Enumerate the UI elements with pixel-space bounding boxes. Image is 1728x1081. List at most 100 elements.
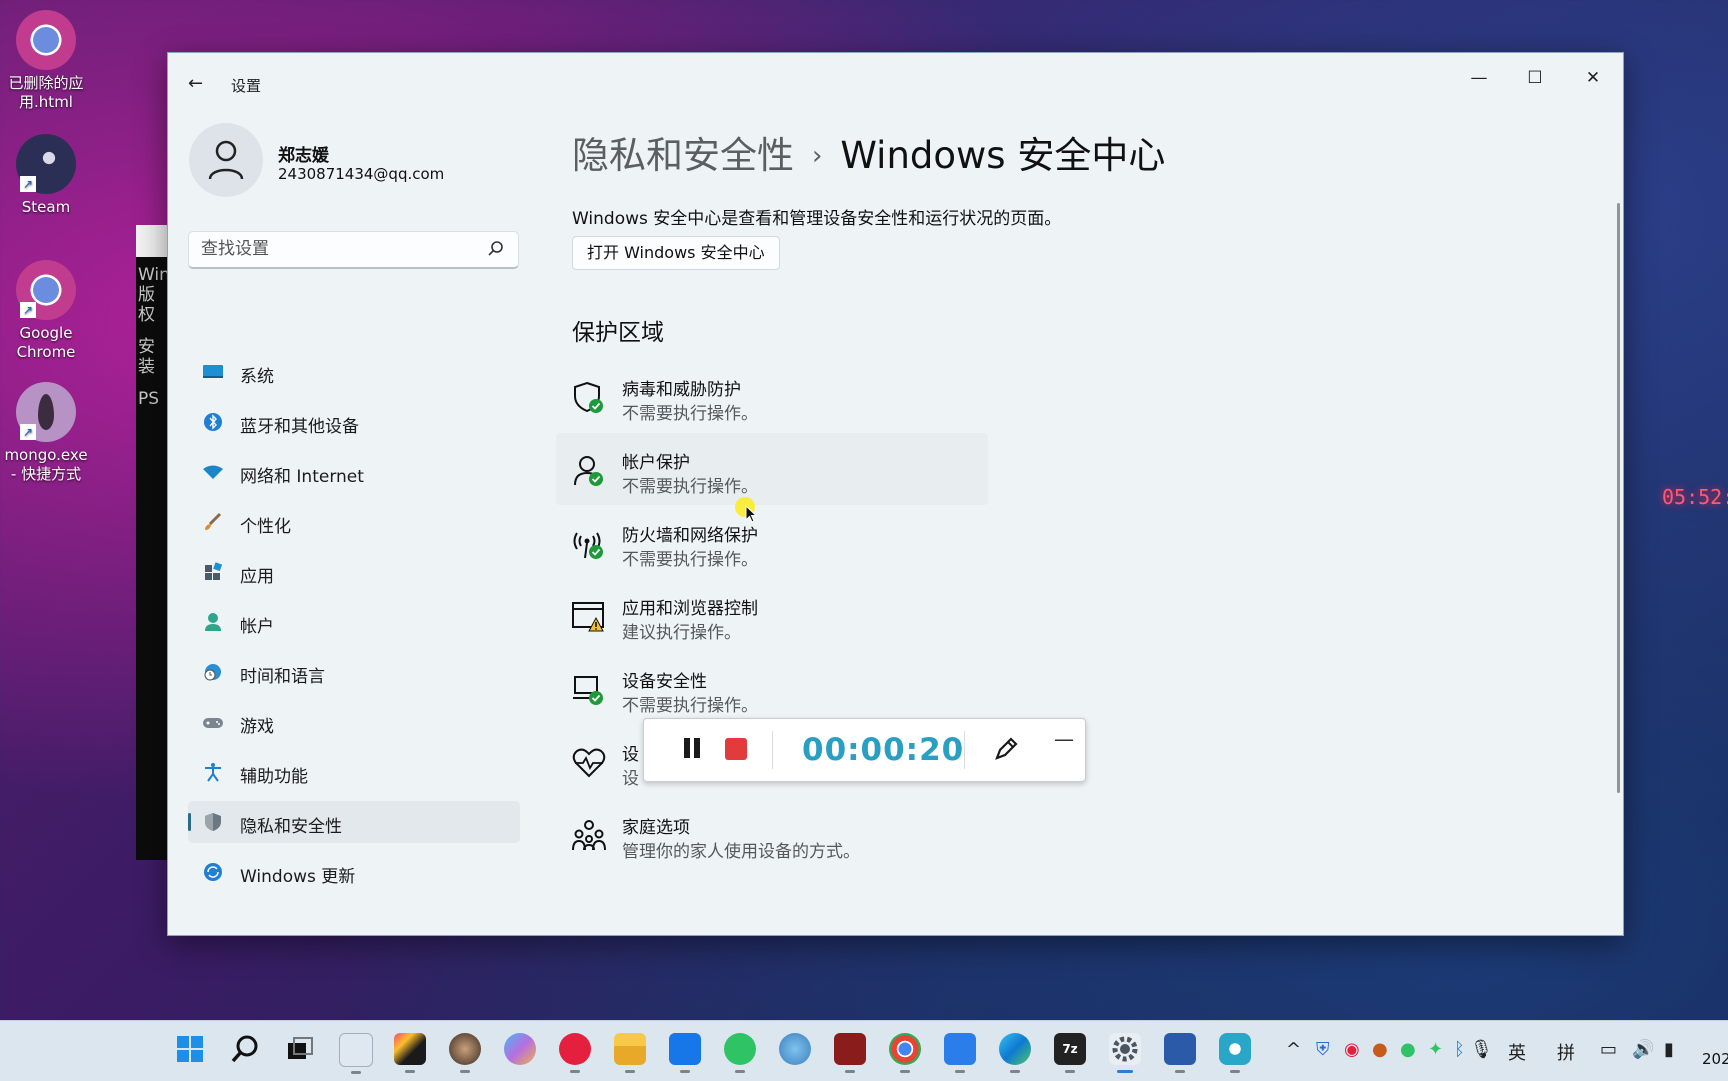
- back-arrow-icon[interactable]: ←: [188, 73, 203, 94]
- qq-tray-icon[interactable]: ●: [1372, 1039, 1388, 1060]
- feishu-icon[interactable]: [944, 1033, 976, 1073]
- sidebar-item-accounts[interactable]: 帐户: [188, 601, 520, 643]
- search-icon[interactable]: [229, 1033, 261, 1065]
- breadcrumb-parent[interactable]: 隐私和安全性: [572, 134, 794, 177]
- area-firewall-network[interactable]: 防火墙和网络保护 不需要执行操作。: [572, 521, 952, 583]
- 7zip-icon[interactable]: 7z: [1054, 1033, 1086, 1073]
- intellij-icon[interactable]: [394, 1033, 426, 1073]
- wechat-icon[interactable]: [724, 1033, 756, 1073]
- shield-icon: [205, 813, 221, 831]
- netease-tray-icon[interactable]: ◉: [1344, 1039, 1360, 1060]
- area-app-browser-control[interactable]: 应用和浏览器控制 建议执行操作。: [572, 594, 952, 656]
- sidebar-item-gaming[interactable]: 游戏: [188, 701, 520, 743]
- wifi-icon: [203, 465, 223, 479]
- terminal-titlebar: [136, 225, 168, 257]
- settings-icon[interactable]: [1109, 1033, 1141, 1073]
- account-icon: [205, 613, 221, 631]
- task-view-icon[interactable]: [284, 1033, 316, 1065]
- volume-icon[interactable]: 🔊: [1632, 1039, 1654, 1060]
- stop-icon[interactable]: [725, 738, 747, 760]
- maximize-button[interactable]: ☐: [1507, 63, 1563, 93]
- area-family-options[interactable]: 家庭选项 管理你的家人使用设备的方式。: [572, 813, 952, 875]
- game-app-icon[interactable]: [449, 1033, 481, 1073]
- pen-icon[interactable]: [992, 735, 1020, 763]
- sidebar-item-label: 应用: [240, 567, 274, 587]
- avatar[interactable]: [189, 123, 263, 197]
- area-name: 家庭选项: [622, 818, 690, 838]
- pause-icon[interactable]: [684, 738, 690, 758]
- sidebar-item-network[interactable]: 网络和 Internet: [188, 451, 520, 493]
- search-box[interactable]: [188, 231, 519, 269]
- close-button[interactable]: ✕: [1565, 63, 1621, 93]
- minimize-icon[interactable]: —: [1054, 727, 1074, 751]
- update-icon: [204, 863, 222, 881]
- search-input[interactable]: [189, 232, 493, 266]
- sidebar-item-privacy-security[interactable]: 隐私和安全性: [188, 801, 520, 843]
- shield-tray-icon[interactable]: ⛨: [1316, 1039, 1330, 1060]
- breadcrumb-separator: ›: [812, 141, 823, 171]
- page-description: Windows 安全中心是查看和管理设备安全性和运行状况的页面。: [572, 209, 1062, 229]
- shortcut-arrow-icon: ↗: [20, 424, 36, 440]
- search-icon[interactable]: [486, 239, 506, 259]
- sidebar-item-system[interactable]: 系统: [188, 351, 520, 393]
- bluetooth-tray-icon[interactable]: ᛒ: [1454, 1039, 1465, 1060]
- background-terminal-window[interactable]: Win 版权 安装 PS: [136, 225, 168, 860]
- sidebar-item-apps[interactable]: 应用: [188, 551, 520, 593]
- ime-language-indicator[interactable]: 英: [1508, 1039, 1526, 1065]
- clock-globe-icon: [204, 664, 221, 681]
- sidebar-item-label: 蓝牙和其他设备: [240, 417, 359, 437]
- netease-music-icon[interactable]: [559, 1033, 591, 1073]
- edge-icon[interactable]: [999, 1033, 1031, 1073]
- copilot-icon[interactable]: [504, 1033, 536, 1065]
- microphone-icon[interactable]: 🎙: [1470, 1039, 1493, 1060]
- sidebar-item-label: 个性化: [240, 517, 291, 537]
- chevron-up-icon[interactable]: ^: [1286, 1039, 1301, 1060]
- page-title: Windows 安全中心: [840, 134, 1166, 177]
- neon-clock-wallpaper: 05:52:0: [1662, 485, 1728, 509]
- scrollbar[interactable]: [1617, 203, 1620, 793]
- sidebar-item-personalization[interactable]: 个性化: [188, 501, 520, 543]
- desktop-icon-steam[interactable]: ↗ Steam: [0, 134, 92, 217]
- sidebar-item-label: 帐户: [240, 617, 274, 637]
- file-explorer-icon[interactable]: [614, 1033, 646, 1073]
- desktop-icon-deleted-html[interactable]: 已删除的应用.html: [0, 10, 92, 112]
- monitor-app-icon[interactable]: [339, 1033, 373, 1074]
- paint-icon[interactable]: [779, 1033, 811, 1065]
- titlebar[interactable]: ← 设置 — ☐ ✕: [168, 53, 1623, 95]
- screen-recorder-toolbar[interactable]: 00:00:20 —: [643, 718, 1086, 782]
- start-icon[interactable]: [174, 1033, 206, 1065]
- sidebar-item-accessibility[interactable]: 辅助功能: [188, 751, 520, 793]
- chrome-icon[interactable]: [889, 1033, 921, 1073]
- desktop-icon-chrome[interactable]: ↗ Google Chrome: [0, 260, 92, 362]
- divider: [964, 731, 965, 769]
- terminal-line: 安装: [138, 337, 155, 377]
- area-virus-threat[interactable]: 病毒和威胁防护 不需要执行操作。: [572, 375, 952, 437]
- area-status: 不需要执行操作。: [622, 696, 758, 716]
- desktop-icon-mongo[interactable]: ↗ mongo.exe - 快捷方式: [0, 382, 92, 484]
- razer-tray-icon[interactable]: ✦: [1428, 1039, 1443, 1060]
- app-browser-icon: [572, 602, 604, 632]
- sidebar-nav: 系统 蓝牙和其他设备 网络和 Internet 个性化 应用 帐户 时间和语言: [188, 351, 520, 901]
- screen-recorder-icon[interactable]: [1219, 1033, 1251, 1073]
- sidebar-item-time-language[interactable]: 时间和语言: [188, 651, 520, 693]
- terminal-line: 版权: [138, 285, 155, 325]
- network-icon[interactable]: ▭: [1600, 1039, 1617, 1060]
- powershell-icon[interactable]: [1164, 1033, 1196, 1073]
- open-security-center-button[interactable]: 打开 Windows 安全中心: [572, 236, 780, 270]
- app-red-icon[interactable]: [834, 1033, 866, 1073]
- minimize-button[interactable]: —: [1451, 63, 1507, 93]
- apps-icon: [205, 562, 223, 580]
- photos-icon[interactable]: [669, 1033, 701, 1073]
- taskbar: 7z ^ ⛨ ◉ ● ● ✦ ᛒ 🎙 英 拼 ▭ 🔊 ▮ 202: [0, 1020, 1728, 1081]
- sidebar-item-bluetooth[interactable]: 蓝牙和其他设备: [188, 401, 520, 443]
- wechat-tray-icon[interactable]: ●: [1400, 1039, 1416, 1060]
- battery-icon[interactable]: ▮: [1664, 1039, 1674, 1060]
- sidebar-item-windows-update[interactable]: Windows 更新: [188, 851, 520, 893]
- ime-mode-indicator[interactable]: 拼: [1557, 1039, 1575, 1065]
- area-name: 防火墙和网络保护: [622, 526, 758, 546]
- area-name: 应用和浏览器控制: [622, 599, 758, 619]
- sidebar-item-label: 时间和语言: [240, 667, 325, 687]
- area-account-protection[interactable]: 帐户保护 不需要执行操作。: [572, 448, 952, 510]
- taskbar-clock[interactable]: 202: [1702, 1050, 1728, 1068]
- desktop-icon-label: Google Chrome: [16, 324, 76, 361]
